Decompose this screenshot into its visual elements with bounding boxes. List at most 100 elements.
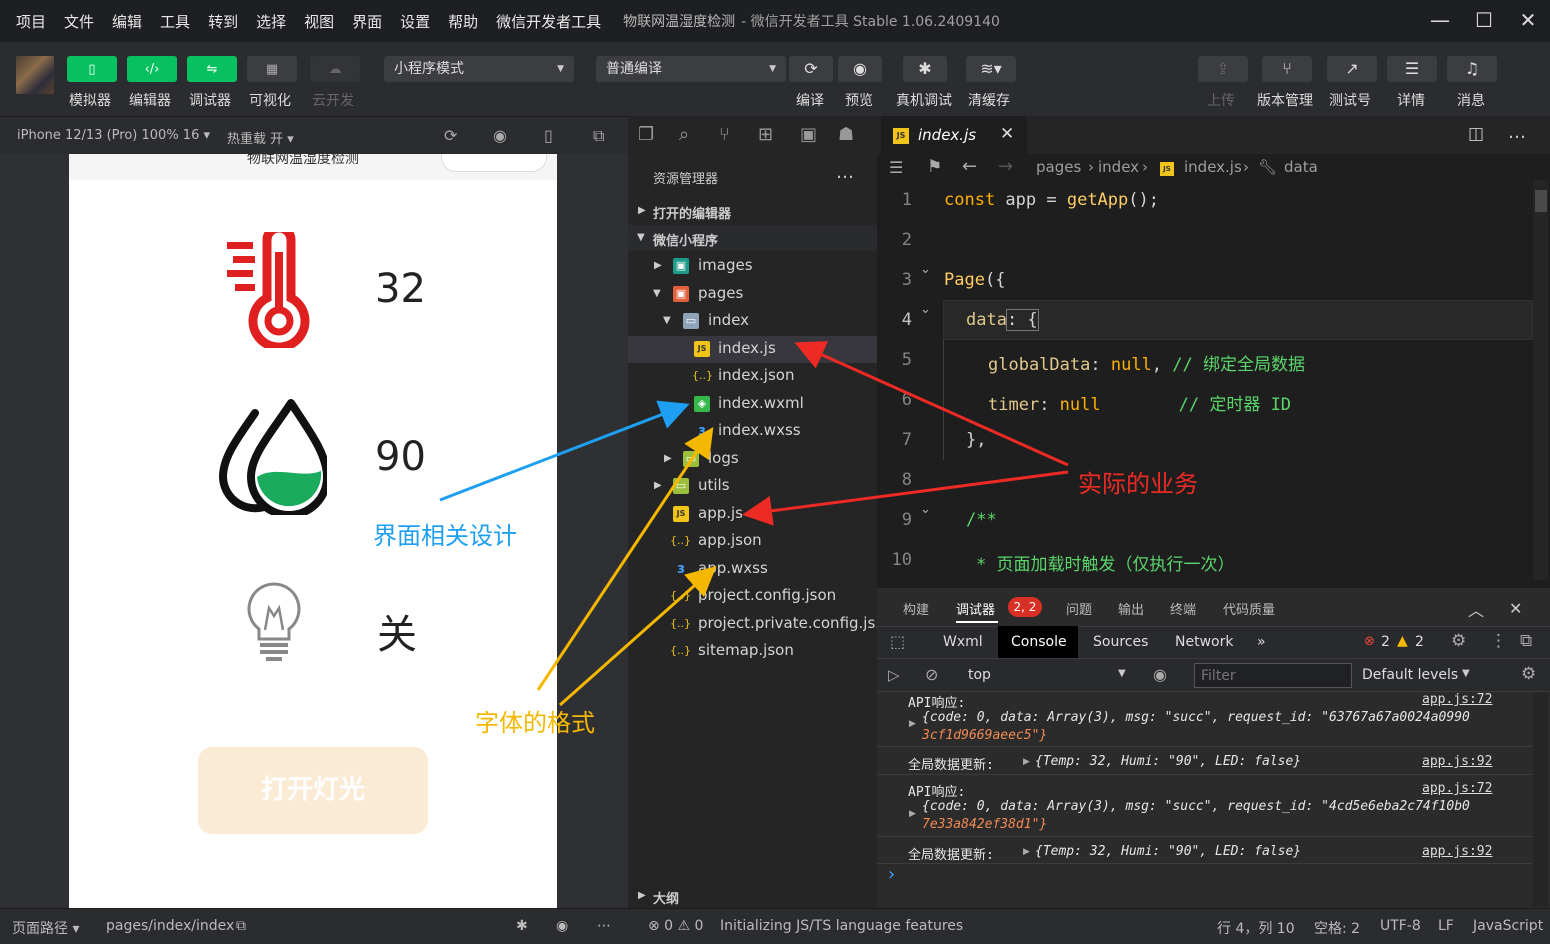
maximize-icon[interactable]: ☐	[1472, 8, 1496, 32]
tab-output[interactable]: 输出	[1118, 599, 1144, 618]
menu-help[interactable]: 帮助	[440, 11, 486, 32]
menu-wechat-devtools[interactable]: 微信开发者工具	[488, 11, 609, 32]
menu-select[interactable]: 选择	[248, 11, 294, 32]
tree-file-project-private[interactable]: {..} project.private.config.js...	[628, 611, 890, 638]
tree-file-sitemap[interactable]: {..} sitemap.json	[628, 638, 877, 665]
page-path-select[interactable]: 页面路径 ▾	[12, 918, 79, 938]
breadcrumb-pages[interactable]: pages	[1036, 158, 1081, 176]
phone-icon[interactable]: ▯	[544, 126, 553, 145]
compile-select[interactable]: 普通编译 ▼	[596, 56, 786, 82]
problems-count[interactable]: ⊗ 0 ⚠ 0	[648, 918, 703, 934]
breadcrumb-index[interactable]: index	[1098, 158, 1139, 176]
tree-file-index-wxml[interactable]: ◈ index.wxml	[628, 391, 877, 418]
tab-debugger[interactable]: 调试器	[956, 599, 995, 618]
upload-button[interactable]: ⇪	[1198, 56, 1248, 82]
tab-console[interactable]: Console	[1011, 634, 1067, 650]
eye-icon[interactable]: ◉	[1153, 665, 1167, 684]
extensions-icon[interactable]: ⊞	[758, 124, 773, 145]
menu-interface[interactable]: 界面	[344, 11, 390, 32]
tab-terminal[interactable]: 终端	[1170, 599, 1196, 618]
outline-section[interactable]: ▶ 大纲	[628, 886, 877, 908]
tree-folder-images[interactable]: ▶ ▣ images	[628, 253, 877, 280]
error-count[interactable]: 2	[1381, 634, 1390, 650]
tab-problems[interactable]: 问题	[1066, 599, 1092, 618]
open-editors-section[interactable]: ▶ 打开的编辑器	[628, 198, 877, 224]
rotate-icon[interactable]: ⟳	[444, 126, 457, 145]
menu-goto[interactable]: 转到	[200, 11, 246, 32]
bug-icon[interactable]: ✱	[516, 918, 528, 934]
cloud-button[interactable]: ☁	[310, 56, 360, 82]
menu-settings[interactable]: 设置	[392, 11, 438, 32]
log-api2-object[interactable]: {code: 0, data: Array(3), msg: "succ", r…	[922, 799, 1470, 814]
split-editor-icon[interactable]: ◫	[1468, 124, 1484, 144]
source-control-icon[interactable]: ⑂	[719, 124, 730, 145]
log-levels-select[interactable]: Default levels ▼	[1362, 662, 1482, 688]
fold-chevron-icon[interactable]: ⌄	[920, 302, 931, 317]
fold-chevron-icon[interactable]: ⌄	[920, 262, 931, 277]
menu-edit[interactable]: 编辑	[104, 11, 150, 32]
eye-icon[interactable]: ◉	[556, 918, 568, 934]
more-actions-icon[interactable]: …	[836, 162, 854, 183]
clear-console-icon[interactable]: ⊘	[925, 665, 938, 684]
close-window-icon[interactable]: ✕	[1516, 8, 1540, 32]
tree-file-index-js[interactable]: JS index.js	[628, 336, 877, 363]
breadcrumb-file[interactable]: index.js	[1184, 158, 1242, 176]
tree-file-index-wxss[interactable]: ɜ index.wxss	[628, 418, 877, 445]
line-ending[interactable]: LF	[1438, 918, 1454, 934]
menu-file[interactable]: 文件	[56, 11, 102, 32]
file-encoding[interactable]: UTF-8	[1380, 918, 1421, 934]
expand-triangle-icon[interactable]: ▶	[909, 809, 916, 819]
mode-select[interactable]: 小程序模式 ▼	[384, 56, 574, 82]
more-tabs-icon[interactable]: »	[1257, 634, 1266, 650]
simulator-toggle-button[interactable]: ▯	[67, 56, 117, 82]
tree-file-app-json[interactable]: {..} app.json	[628, 528, 877, 555]
expand-triangle-icon[interactable]: ▶	[1023, 757, 1030, 767]
save-disk-icon[interactable]: ▣	[800, 124, 817, 145]
tab-wxml[interactable]: Wxml	[943, 634, 983, 650]
menu-view[interactable]: 视图	[296, 11, 342, 32]
log-source-link[interactable]: app.js:92	[1422, 754, 1492, 769]
console-scrollbar[interactable]	[1533, 692, 1548, 906]
gear-icon[interactable]: ⚙	[1451, 631, 1466, 651]
log-api1-object[interactable]: {code: 0, data: Array(3), msg: "succ", r…	[922, 710, 1470, 725]
more-actions-icon[interactable]: ⋯	[597, 918, 611, 934]
dock-icon[interactable]: ⧉	[1520, 631, 1532, 651]
chevron-up-icon[interactable]: ︿	[1468, 597, 1484, 621]
detach-window-icon[interactable]: ⧉	[593, 126, 604, 146]
tab-network[interactable]: Network	[1175, 634, 1233, 650]
tree-file-app-wxss[interactable]: ɜ app.wxss	[628, 556, 877, 583]
record-icon[interactable]: ◉	[493, 126, 507, 145]
log-update2-object[interactable]: {Temp: 32, Humi: "90", LED: false}	[1035, 844, 1301, 859]
version-button[interactable]: ⑂	[1262, 56, 1312, 82]
indent-spaces[interactable]: 空格: 2	[1314, 918, 1360, 938]
back-arrow-icon[interactable]: ←	[962, 156, 977, 177]
editor-toggle-button[interactable]: ‹/›	[127, 56, 177, 82]
hot-reload-select[interactable]: 热重载 开 ▾	[227, 128, 294, 147]
menu-project[interactable]: 项目	[8, 11, 54, 32]
messages-button[interactable]: ♫	[1447, 56, 1497, 82]
editor-scrollbar[interactable]	[1533, 180, 1548, 580]
docker-icon[interactable]: ☗	[838, 124, 854, 145]
tree-folder-utils[interactable]: ▶ ▭ utils	[628, 473, 877, 500]
tab-sources[interactable]: Sources	[1093, 634, 1148, 650]
forward-arrow-icon[interactable]: →	[998, 156, 1013, 177]
tree-folder-index[interactable]: ▼ ▭ index	[628, 308, 877, 335]
debugger-toggle-button[interactable]: ⇋	[187, 56, 237, 82]
kebab-menu-icon[interactable]: ⋮	[1490, 631, 1507, 651]
context-select[interactable]: top ▼	[956, 662, 1132, 688]
bookmark-icon[interactable]: ⚑	[927, 157, 942, 177]
close-tab-icon[interactable]: ✕	[1000, 124, 1014, 144]
log-update1-object[interactable]: {Temp: 32, Humi: "90", LED: false}	[1035, 754, 1301, 769]
tree-file-app-js[interactable]: JS app.js	[628, 501, 877, 528]
cursor-position[interactable]: 行 4，列 10	[1217, 918, 1295, 938]
tree-file-index-json[interactable]: {..} index.json	[628, 363, 877, 390]
menu-tools[interactable]: 工具	[152, 11, 198, 32]
open-light-button[interactable]: 打开灯光	[198, 747, 428, 834]
preview-button[interactable]: ◉	[838, 56, 882, 82]
log-source-link[interactable]: app.js:92	[1422, 844, 1492, 859]
console-filter-input[interactable]	[1194, 663, 1352, 688]
list-icon[interactable]: ☰	[889, 158, 903, 177]
minimize-icon[interactable]: —	[1428, 8, 1452, 32]
visual-button[interactable]: ▦	[247, 56, 297, 82]
copy-icon[interactable]: ⧉	[236, 918, 246, 934]
